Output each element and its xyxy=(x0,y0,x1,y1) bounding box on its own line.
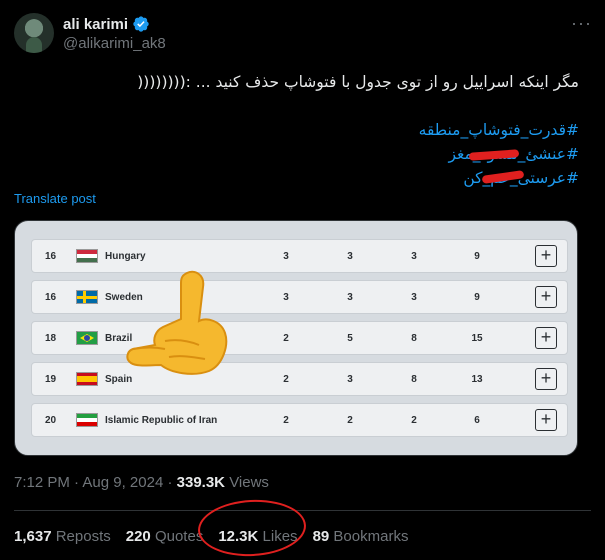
sweden-flag-icon xyxy=(76,290,98,304)
silver-count: 2 xyxy=(347,415,353,426)
red-circle-annotation xyxy=(196,497,308,559)
silver-count: 3 xyxy=(347,251,353,262)
pointing-hand-icon xyxy=(126,270,228,375)
bronze-count: 3 xyxy=(411,292,417,303)
gold-count: 3 xyxy=(283,292,289,303)
avatar[interactable] xyxy=(14,13,54,53)
gold-count: 2 xyxy=(283,374,289,385)
total-count: 9 xyxy=(474,292,480,303)
spain-flag-icon xyxy=(76,372,98,386)
silver-count: 5 xyxy=(347,333,353,344)
author-name-row: ali karimi xyxy=(63,15,150,33)
total-count: 13 xyxy=(471,374,483,385)
tweet-meta: 7:12 PM · Aug 9, 2024 · 339.3K Views xyxy=(14,474,269,491)
gold-count: 2 xyxy=(283,333,289,344)
rank: 18 xyxy=(45,333,57,344)
bronze-count: 3 xyxy=(411,251,417,262)
rank: 16 xyxy=(45,292,57,303)
expand-row-icon: + xyxy=(535,245,557,267)
views-count: 339.3K xyxy=(176,474,226,491)
divider xyxy=(14,510,591,511)
bookmarks-stat[interactable]: 89 Bookmarks xyxy=(313,528,409,545)
medal-row: 19 Spain 2 3 8 13 + xyxy=(31,362,568,396)
total-count: 6 xyxy=(474,415,480,426)
bronze-count: 8 xyxy=(411,333,417,344)
hungary-flag-icon xyxy=(76,249,98,263)
quotes-stat[interactable]: 220 Quotes xyxy=(126,528,204,545)
verified-badge-icon xyxy=(133,16,149,32)
bookmarks-label: Bookmarks xyxy=(333,528,409,545)
meta-separator: · xyxy=(163,474,177,491)
author-handle[interactable]: @alikarimi_ak8 xyxy=(63,35,166,52)
expand-row-icon: + xyxy=(535,327,557,349)
reposts-count: 1,637 xyxy=(14,528,52,545)
medal-table-image[interactable]: 16 Hungary 3 3 3 9 + 16 Sweden 3 3 3 9 +… xyxy=(14,220,578,456)
silver-count: 3 xyxy=(347,292,353,303)
tweet-text-line: مگر اینکه اسراییل رو از توی جدول با فتوش… xyxy=(137,73,579,91)
quotes-label: Quotes xyxy=(154,528,204,545)
tweet-text: مگر اینکه اسراییل رو از توی جدول با فتوش… xyxy=(19,70,579,94)
total-count: 9 xyxy=(474,251,480,262)
brazil-flag-icon xyxy=(76,331,98,345)
tweet-date[interactable]: Aug 9, 2024 xyxy=(82,474,163,491)
hashtag-link[interactable]: #عنشئ_مسود_مغز xyxy=(419,142,579,166)
expand-row-icon: + xyxy=(535,286,557,308)
translate-post-link[interactable]: Translate post xyxy=(14,191,96,206)
tweet-time[interactable]: 7:12 PM xyxy=(14,474,70,491)
more-options-icon[interactable]: ··· xyxy=(571,14,591,37)
author-name[interactable]: ali karimi xyxy=(63,16,128,33)
bronze-count: 8 xyxy=(411,374,417,385)
views-label: Views xyxy=(229,474,269,491)
iran-flag-icon xyxy=(76,413,98,427)
hashtag-link[interactable]: #قدرت_فتوشاپ_منطقه xyxy=(419,118,579,142)
total-count: 15 xyxy=(471,333,483,344)
bronze-count: 2 xyxy=(411,415,417,426)
hashtag-list: #قدرت_فتوشاپ_منطقه #عنشئ_مسود_مغز #عرستی… xyxy=(419,118,579,190)
meta-separator: · xyxy=(69,474,83,491)
country-name: Islamic Republic of Iran xyxy=(105,415,218,426)
medal-row: 18 Brazil 2 5 8 15 + xyxy=(31,321,568,355)
rank: 20 xyxy=(45,415,57,426)
tweet-header: ali karimi @alikarimi_ak8 ··· xyxy=(14,13,591,57)
expand-row-icon: + xyxy=(535,368,557,390)
gold-count: 2 xyxy=(283,415,289,426)
country-name: Hungary xyxy=(105,251,146,262)
hashtag-link[interactable]: #عرستی_عم_کن xyxy=(419,166,579,190)
medal-row: 20 Islamic Republic of Iran 2 2 2 6 + xyxy=(31,403,568,437)
rank: 16 xyxy=(45,251,57,262)
medal-row: 16 Sweden 3 3 3 9 + xyxy=(31,280,568,314)
expand-row-icon: + xyxy=(535,409,557,431)
reposts-label: Reposts xyxy=(55,528,111,545)
reposts-stat[interactable]: 1,637 Reposts xyxy=(14,528,111,545)
gold-count: 3 xyxy=(283,251,289,262)
medal-row: 16 Hungary 3 3 3 9 + xyxy=(31,239,568,273)
rank: 19 xyxy=(45,374,57,385)
silver-count: 3 xyxy=(347,374,353,385)
bookmarks-count: 89 xyxy=(312,528,330,545)
quotes-count: 220 xyxy=(125,528,151,545)
